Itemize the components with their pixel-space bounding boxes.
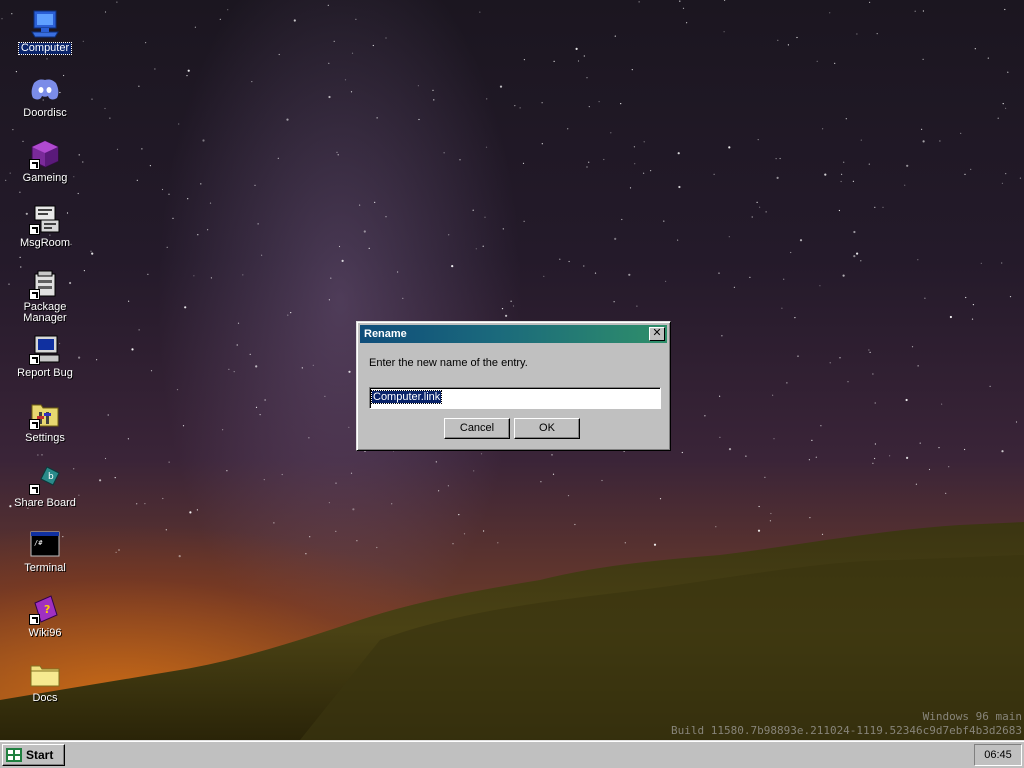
desktop-icon-gameing[interactable]: Gameing bbox=[4, 138, 86, 184]
rename-input-value: Computer.link bbox=[370, 390, 443, 404]
shortcut-arrow-icon bbox=[29, 354, 40, 365]
desktop-icon-label: Share Board bbox=[14, 497, 76, 509]
start-logo-icon bbox=[6, 748, 22, 762]
svg-text:b: b bbox=[48, 472, 54, 482]
terminal-icon: /# bbox=[29, 528, 61, 560]
desktop-icon-label: Docs bbox=[32, 692, 58, 704]
svg-text:?: ? bbox=[44, 603, 50, 616]
desktop-icon-doordisc[interactable]: Doordisc bbox=[4, 73, 86, 119]
wiki-book-icon: ? bbox=[29, 593, 61, 625]
desktop-icon-share-board[interactable]: b Share Board bbox=[4, 463, 86, 509]
shortcut-arrow-icon bbox=[29, 484, 40, 495]
svg-text:/#: /# bbox=[34, 539, 43, 547]
report-bug-icon bbox=[29, 333, 61, 365]
package-manager-icon bbox=[29, 268, 61, 300]
desktop-icon-label: Terminal bbox=[24, 562, 66, 574]
desktop-icon-package-manager[interactable]: Package Manager bbox=[4, 268, 86, 324]
dialog-message: Enter the new name of the entry. bbox=[369, 357, 528, 369]
dialog-titlebar[interactable]: Rename ✕ bbox=[360, 325, 667, 343]
start-button[interactable]: Start bbox=[2, 744, 65, 766]
close-icon: ✕ bbox=[652, 327, 662, 339]
desktop-icon-label: MsgRoom bbox=[19, 237, 71, 249]
desktop-icon-label: Wiki96 bbox=[28, 627, 62, 639]
dialog-title: Rename bbox=[364, 328, 407, 340]
rename-dialog[interactable]: Rename ✕ Enter the new name of the entry… bbox=[356, 321, 671, 451]
desktop-icon-terminal[interactable]: /# Terminal bbox=[4, 528, 86, 574]
start-label: Start bbox=[26, 748, 54, 762]
desktop-icon-settings[interactable]: Settings bbox=[4, 398, 86, 444]
desktop-icon-label: Package Manager bbox=[23, 301, 67, 324]
desktop-icon-wiki96[interactable]: ? Wiki96 bbox=[4, 593, 86, 639]
desktop-icon-label: Settings bbox=[25, 432, 65, 444]
computer-icon bbox=[29, 8, 61, 40]
shortcut-arrow-icon bbox=[29, 419, 40, 430]
share-board-icon: b bbox=[29, 463, 61, 495]
shortcut-arrow-icon bbox=[29, 224, 40, 235]
desktop-icon-label: Gameing bbox=[22, 172, 68, 184]
desktop[interactable]: Computer Doordisc Gameing MsgRoom Packag… bbox=[0, 0, 1024, 740]
discord-icon bbox=[29, 73, 61, 105]
chat-room-icon bbox=[29, 203, 61, 235]
taskbar-clock[interactable]: 06:45 bbox=[974, 744, 1022, 766]
folder-icon bbox=[29, 658, 61, 690]
desktop-icon-report-bug[interactable]: Report Bug bbox=[4, 333, 86, 379]
desktop-icon-label: Doordisc bbox=[23, 107, 67, 119]
desktop-icon-msgroom[interactable]: MsgRoom bbox=[4, 203, 86, 249]
shortcut-arrow-icon bbox=[29, 159, 40, 170]
build-watermark: Windows 96 main Build 11580.7b98893e.211… bbox=[671, 710, 1022, 738]
shortcut-arrow-icon bbox=[29, 614, 40, 625]
taskbar: Start 06:45 bbox=[0, 740, 1024, 768]
ok-button[interactable]: OK bbox=[514, 418, 580, 439]
shortcut-arrow-icon bbox=[29, 289, 40, 300]
rename-input[interactable]: Computer.link bbox=[369, 387, 661, 409]
desktop-icon-computer[interactable]: Computer bbox=[4, 8, 86, 55]
desktop-icon-label: Computer bbox=[17, 42, 73, 55]
settings-icon bbox=[29, 398, 61, 430]
close-button[interactable]: ✕ bbox=[649, 327, 665, 341]
desktop-icon-label: Report Bug bbox=[17, 367, 73, 379]
desktop-icon-docs[interactable]: Docs bbox=[4, 658, 86, 704]
cancel-button[interactable]: Cancel bbox=[444, 418, 510, 439]
game-cube-icon bbox=[29, 138, 61, 170]
build-line-2: Build 11580.7b98893e.211024-1119.52346c9… bbox=[671, 724, 1022, 737]
build-line-1: Windows 96 main bbox=[922, 710, 1022, 723]
